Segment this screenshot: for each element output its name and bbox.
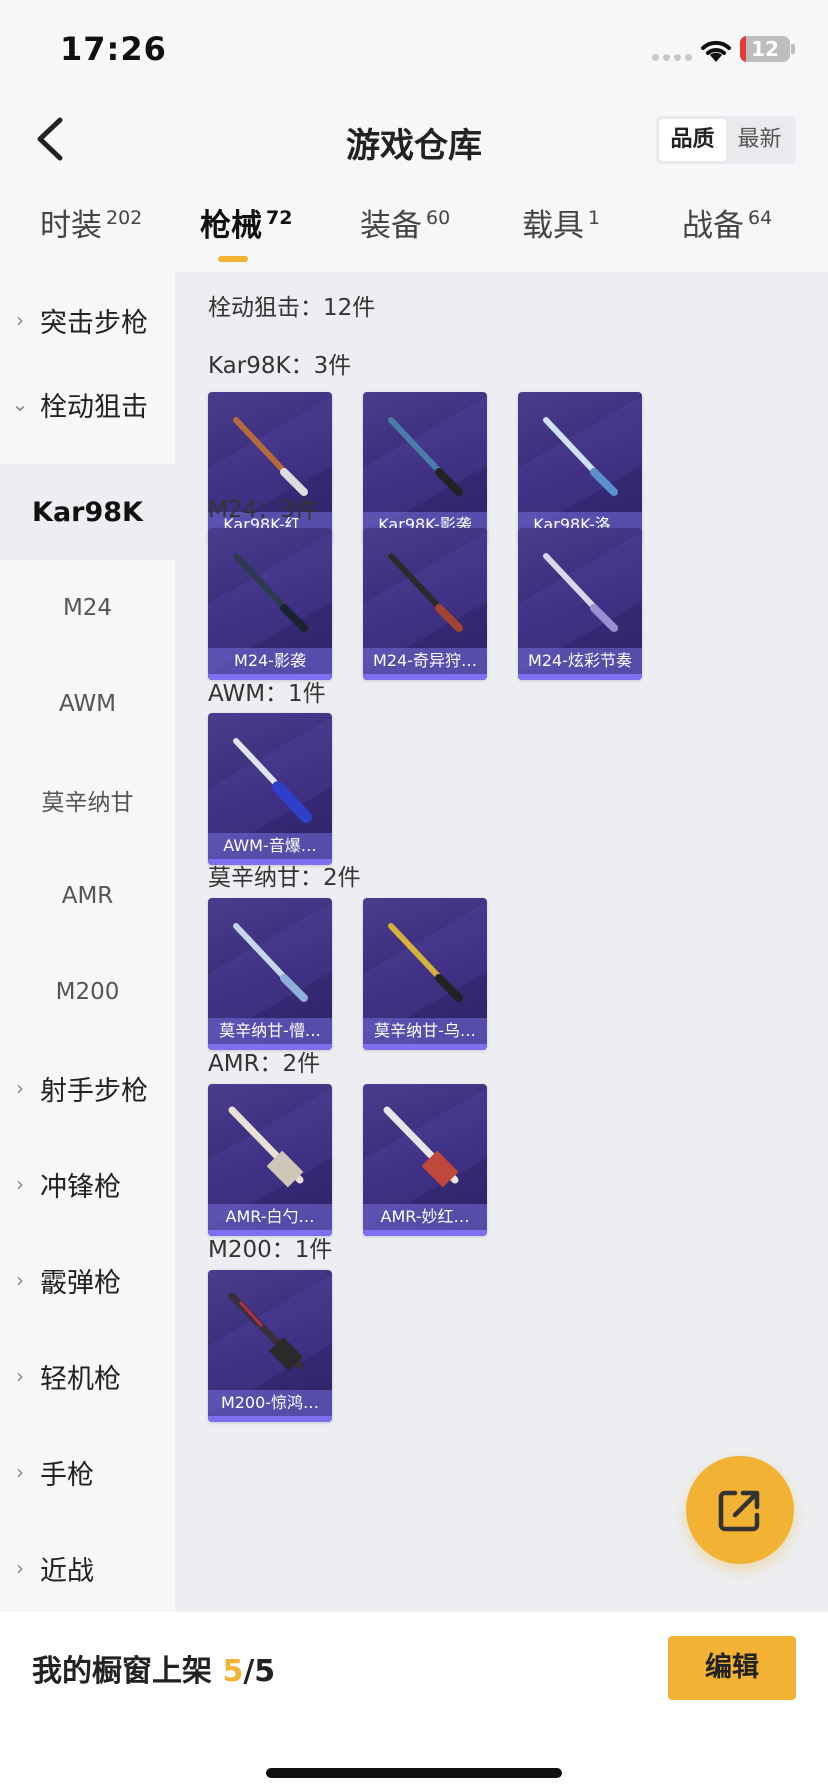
skin-card[interactable]: AMR-白勺… xyxy=(208,1084,332,1236)
tab-outfits[interactable]: 时装 202 xyxy=(40,200,142,245)
sidebar-item-amr[interactable]: AMR xyxy=(0,848,175,944)
sidebar-item-lmgs[interactable]: › 轻机枪 xyxy=(0,1328,175,1424)
skin-name: AMR-白勺… xyxy=(208,1204,332,1230)
share-button[interactable] xyxy=(686,1456,794,1564)
group-header: Kar98K：3件 xyxy=(208,353,352,379)
skin-card[interactable]: 莫辛纳甘-懵… xyxy=(208,898,332,1050)
skin-card[interactable]: M200-惊鸿… xyxy=(208,1270,332,1422)
skin-card[interactable]: M24-奇异狩… xyxy=(363,528,487,680)
sidebar-item-bolt-action[interactable]: ⌄ 栓动狙击 xyxy=(0,356,175,452)
status-time: 17:26 xyxy=(60,30,167,68)
battery-icon: 12 xyxy=(740,36,790,62)
skin-name: 莫辛纳甘-懵… xyxy=(208,1018,332,1044)
tab-gear[interactable]: 装备 60 xyxy=(360,200,450,245)
sidebar-item-mosin[interactable]: 莫辛纳甘 xyxy=(0,752,175,848)
category-tabs: 时装 202 枪械 72 装备 60 载具 1 战备 64 xyxy=(0,200,828,266)
tab-vehicles[interactable]: 载具 1 xyxy=(522,200,600,245)
chevron-right-icon: › xyxy=(16,1460,24,1484)
skin-name: M24-影袭 xyxy=(208,648,332,674)
weapon-skin-list: 栓动狙击：12件 Kar98K：3件 Kar98K-红… Kar98K-影袭 K… xyxy=(175,272,828,1612)
status-bar: 17:26 12 xyxy=(0,0,828,100)
active-tab-indicator xyxy=(218,256,248,262)
chevron-right-icon: › xyxy=(16,1268,24,1292)
sidebar-item-awm[interactable]: AWM xyxy=(0,656,175,752)
skin-name: AMR-妙红… xyxy=(363,1204,487,1230)
skin-card[interactable]: Kar98K-洛… xyxy=(518,392,642,544)
skin-card[interactable]: 莫辛纳甘-乌… xyxy=(363,898,487,1050)
tab-weapons[interactable]: 枪械 72 xyxy=(200,200,292,245)
skin-name: M24-奇异狩… xyxy=(363,648,487,674)
sort-option-quality[interactable]: 品质 xyxy=(659,119,726,161)
sidebar-item-marksman-rifles[interactable]: › 射手步枪 xyxy=(0,1040,175,1136)
sidebar-item-melee[interactable]: › 近战 xyxy=(0,1520,175,1616)
group-header: 莫辛纳甘：2件 xyxy=(208,865,361,891)
chevron-right-icon: › xyxy=(16,1364,24,1388)
skin-name: M24-炫彩节奏 xyxy=(518,648,642,674)
sidebar-item-shotguns[interactable]: › 霰弹枪 xyxy=(0,1232,175,1328)
weapon-category-sidebar: › 突击步枪 ⌄ 栓动狙击 Kar98K M24 AWM 莫辛纳甘 AMR M2… xyxy=(0,272,175,1612)
sidebar-item-pistols[interactable]: › 手枪 xyxy=(0,1424,175,1520)
tab-supplies[interactable]: 战备 64 xyxy=(682,200,772,245)
skin-card[interactable]: AMR-妙红… xyxy=(363,1084,487,1236)
skin-card[interactable]: AWM-音爆… xyxy=(208,713,332,865)
category-count-header: 栓动狙击：12件 xyxy=(208,295,376,321)
group-header: AMR：2件 xyxy=(208,1051,321,1077)
sidebar-item-smgs[interactable]: › 冲锋枪 xyxy=(0,1136,175,1232)
skin-name: M200-惊鸿… xyxy=(208,1390,332,1416)
home-indicator xyxy=(266,1768,562,1778)
sidebar-item-assault-rifles[interactable]: › 突击步枪 xyxy=(0,272,175,368)
skin-name: AWM-音爆… xyxy=(208,833,332,859)
wifi-icon xyxy=(701,40,731,62)
skin-card[interactable]: M24-影袭 xyxy=(208,528,332,680)
group-header: M24：3件 xyxy=(208,497,318,523)
edit-button[interactable]: 编辑 xyxy=(668,1636,796,1700)
sidebar-item-m24[interactable]: M24 xyxy=(0,560,175,656)
skin-name: 莫辛纳甘-乌… xyxy=(363,1018,487,1044)
chevron-right-icon: › xyxy=(16,1556,24,1580)
skin-card[interactable]: Kar98K-影袭 xyxy=(363,392,487,544)
skin-card[interactable]: M24-炫彩节奏 xyxy=(518,528,642,680)
showcase-status: 我的橱窗上架 5/5 xyxy=(32,1654,276,1689)
sort-option-newest[interactable]: 最新 xyxy=(726,119,793,161)
chevron-right-icon: › xyxy=(16,1172,24,1196)
share-icon xyxy=(718,1490,760,1532)
sort-toggle[interactable]: 品质 最新 xyxy=(656,116,796,164)
cellular-signal-icon xyxy=(652,54,692,61)
sidebar-item-m200[interactable]: M200 xyxy=(0,944,175,1040)
showcase-bar: 我的橱窗上架 5/5 编辑 xyxy=(0,1612,828,1792)
chevron-down-icon: ⌄ xyxy=(11,392,29,416)
group-header: AWM：1件 xyxy=(208,681,326,707)
sidebar-item-kar98k[interactable]: Kar98K xyxy=(0,464,175,560)
group-header: M200：1件 xyxy=(208,1237,333,1263)
chevron-right-icon: › xyxy=(16,308,24,332)
chevron-right-icon: › xyxy=(16,1076,24,1100)
